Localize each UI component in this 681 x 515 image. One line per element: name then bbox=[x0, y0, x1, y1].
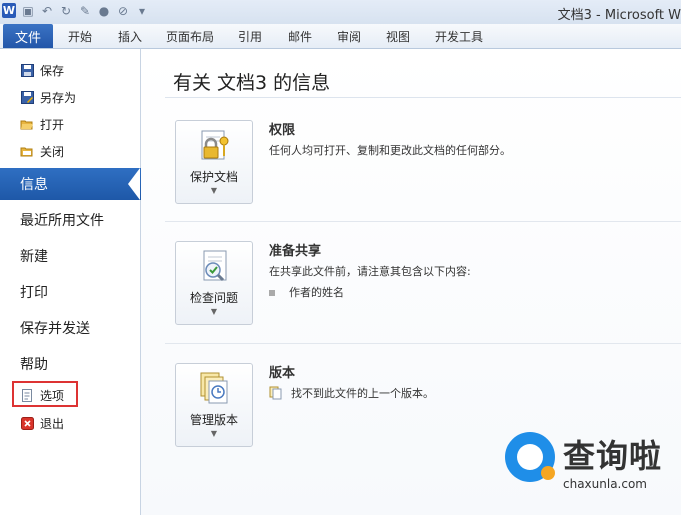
permissions-title: 权限 bbox=[269, 123, 296, 138]
sidebar-item-print[interactable]: 打印 bbox=[0, 277, 160, 307]
versions-description: 找不到此文件的上一个版本。 bbox=[291, 387, 434, 400]
versions-small-icon bbox=[269, 386, 283, 403]
redo-icon[interactable]: ↻ bbox=[59, 4, 73, 18]
backstage-sidebar: 保存 另存为 打开 关闭 信息 最近所用文件 新建 打印 保存并发送 帮助 选项… bbox=[0, 49, 148, 515]
bullet-icon bbox=[269, 290, 275, 296]
save-icon bbox=[20, 63, 34, 77]
ribbon-tab-bar: 文件 开始 插入 页面布局 引用 邮件 审阅 视图 开发工具 bbox=[0, 24, 681, 49]
divider bbox=[165, 343, 681, 344]
watermark-logo-dot bbox=[541, 466, 555, 480]
sidebar-item-save-send[interactable]: 保存并发送 bbox=[0, 313, 160, 343]
sidebar-item-label: 关闭 bbox=[40, 144, 65, 159]
sidebar-item-close[interactable]: 关闭 bbox=[0, 139, 160, 163]
save-as-icon bbox=[20, 90, 34, 104]
sidebar-item-save[interactable]: 保存 bbox=[0, 58, 160, 82]
sidebar-item-label: 保存 bbox=[40, 63, 65, 78]
chevron-down-icon: ▼ bbox=[210, 429, 218, 438]
tab-page-layout[interactable]: 页面布局 bbox=[166, 28, 214, 45]
save-icon[interactable]: ▣ bbox=[21, 4, 35, 18]
button-label: 检查问题 bbox=[189, 291, 238, 305]
watermark-logo-inner bbox=[517, 444, 543, 470]
sidebar-item-label: 帮助 bbox=[20, 357, 48, 373]
versions-icon bbox=[196, 370, 232, 406]
sidebar-item-save-as[interactable]: 另存为 bbox=[0, 85, 160, 109]
prepare-sharing-title: 准备共享 bbox=[269, 244, 322, 259]
lock-key-icon bbox=[196, 127, 232, 163]
sidebar-item-label: 退出 bbox=[40, 416, 65, 431]
tab-review[interactable]: 审阅 bbox=[337, 28, 361, 45]
tab-mailings[interactable]: 邮件 bbox=[288, 28, 312, 45]
sidebar-item-new[interactable]: 新建 bbox=[0, 241, 160, 271]
format-painter-icon[interactable]: ✎ bbox=[78, 4, 92, 18]
sidebar-item-label: 保存并发送 bbox=[20, 321, 90, 337]
divider bbox=[165, 97, 681, 98]
sidebar-item-recent[interactable]: 最近所用文件 bbox=[0, 205, 160, 235]
sidebar-item-open[interactable]: 打开 bbox=[0, 112, 160, 136]
tab-insert[interactable]: 插入 bbox=[118, 28, 142, 45]
customize-qat-icon[interactable]: ▾ bbox=[135, 4, 149, 18]
watermark-url: chaxunla.com bbox=[563, 477, 647, 491]
divider bbox=[165, 221, 681, 222]
sidebar-item-label: 最近所用文件 bbox=[20, 213, 104, 229]
manage-versions-button[interactable]: 管理版本 ▼ bbox=[175, 363, 253, 447]
versions-description-row: 找不到此文件的上一个版本。 bbox=[269, 385, 434, 403]
button-label: 管理版本 bbox=[189, 413, 238, 427]
list-item-text: 作者的姓名 bbox=[289, 286, 344, 299]
quick-access-toolbar: W ▣ ↶ ↻ ✎ ● ⊘ ▾ bbox=[2, 3, 149, 18]
check-for-issues-button[interactable]: 检查问题 ▼ bbox=[175, 241, 253, 325]
track-changes-icon[interactable]: ⊘ bbox=[116, 4, 130, 18]
tab-file[interactable]: 文件 bbox=[3, 24, 53, 48]
window-title: 文档3 - Microsoft W bbox=[557, 8, 681, 23]
tab-references[interactable]: 引用 bbox=[238, 28, 262, 45]
options-highlight-box bbox=[12, 381, 78, 407]
permissions-description: 任何人均可打开、复制和更改此文档的任何部分。 bbox=[269, 144, 511, 157]
sidebar-item-info[interactable]: 信息 bbox=[0, 168, 148, 200]
sidebar-item-exit[interactable]: 退出 bbox=[0, 411, 160, 435]
sidebar-item-help[interactable]: 帮助 bbox=[0, 349, 160, 379]
protect-document-button[interactable]: 保护文档 ▼ bbox=[175, 120, 253, 204]
button-label: 保护文档 bbox=[189, 170, 238, 184]
sidebar-item-label: 信息 bbox=[20, 177, 48, 193]
title-bar: W ▣ ↶ ↻ ✎ ● ⊘ ▾ 文档3 - Microsoft W bbox=[0, 0, 681, 24]
chevron-down-icon: ▼ bbox=[210, 186, 218, 195]
undo-icon[interactable]: ↶ bbox=[40, 4, 54, 18]
sidebar-item-label: 另存为 bbox=[40, 90, 77, 105]
folder-close-icon bbox=[20, 144, 34, 158]
inspect-document-icon bbox=[196, 248, 232, 284]
watermark: 查询啦 chaxunla.com bbox=[505, 428, 675, 498]
page-title: 有关 文档3 的信息 bbox=[173, 72, 331, 94]
circle-icon[interactable]: ● bbox=[97, 4, 111, 18]
folder-open-icon bbox=[20, 117, 34, 131]
versions-title: 版本 bbox=[269, 366, 296, 381]
tab-developer[interactable]: 开发工具 bbox=[435, 28, 483, 45]
watermark-brand: 查询啦 bbox=[563, 437, 663, 475]
tab-home[interactable]: 开始 bbox=[68, 28, 92, 45]
tab-view[interactable]: 视图 bbox=[386, 28, 410, 45]
list-item: 作者的姓名 bbox=[269, 284, 344, 300]
sidebar-item-label: 新建 bbox=[20, 249, 48, 265]
active-pointer bbox=[128, 168, 140, 200]
sidebar-item-label: 打印 bbox=[20, 285, 48, 301]
prepare-sharing-description: 在共享此文件前，请注意其包含以下内容: bbox=[269, 265, 471, 278]
sidebar-item-label: 打开 bbox=[40, 117, 65, 132]
word-logo-icon[interactable]: W bbox=[2, 3, 16, 18]
exit-icon bbox=[20, 416, 34, 430]
chevron-down-icon: ▼ bbox=[210, 307, 218, 316]
